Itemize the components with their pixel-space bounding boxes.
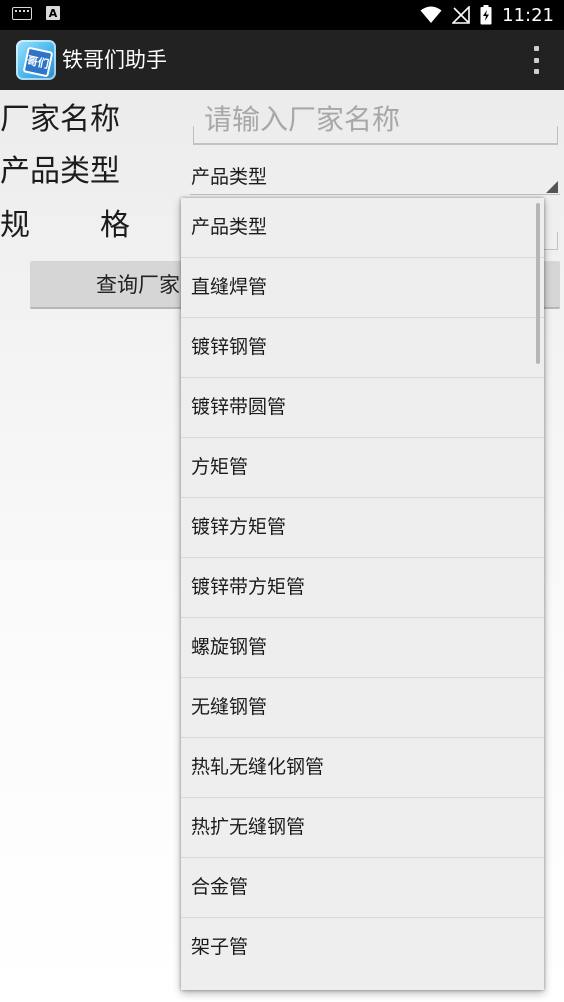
dropdown-option[interactable]: 产品类型 — [181, 198, 544, 258]
dropdown-option[interactable]: 热扩无缝钢管 — [181, 798, 544, 858]
product-type-dropdown: 产品类型 直缝焊管 镀锌钢管 镀锌带圆管 方矩管 镀锌方矩管 镀锌带方矩管 螺旋… — [181, 198, 544, 990]
product-type-spinner[interactable]: 产品类型 — [182, 160, 560, 196]
dropdown-option[interactable]: 合金管 — [181, 858, 544, 918]
product-type-selected: 产品类型 — [191, 166, 268, 188]
dropdown-option-label: 镀锌钢管 — [191, 336, 268, 358]
dropdown-option-label: 架子管 — [191, 936, 249, 958]
overflow-dot — [533, 57, 539, 63]
app-title: 铁哥们助手 — [62, 48, 167, 72]
keyboard-icon — [12, 6, 32, 20]
status-time: 11:21 — [502, 4, 554, 26]
more-vert-icon[interactable] — [528, 46, 544, 74]
wifi-icon — [420, 6, 442, 23]
no-signal-icon — [452, 6, 470, 24]
dropdown-option-label: 镀锌带方矩管 — [191, 576, 306, 598]
overflow-dot — [533, 69, 539, 74]
dropdown-option[interactable]: 镀锌带圆管 — [181, 378, 544, 438]
spinner-underline — [190, 193, 560, 195]
dropdown-option[interactable]: 无缝钢管 — [181, 678, 544, 738]
overflow-dot — [533, 46, 539, 51]
factory-name-input[interactable] — [193, 126, 558, 144]
dropdown-option-label: 热轧无缝化钢管 — [191, 756, 325, 778]
dropdown-option-label: 合金管 — [191, 876, 249, 898]
spec-label-part-2: 格 — [100, 208, 130, 243]
dropdown-option[interactable]: 架子管 — [181, 918, 544, 978]
factory-input-underline — [193, 143, 558, 145]
battery-charging-icon — [480, 5, 492, 25]
spec-input[interactable] — [544, 232, 558, 250]
dropdown-option[interactable]: 镀锌钢管 — [181, 318, 544, 378]
status-right: 11:21 — [420, 4, 554, 26]
dropdown-option-label: 无缝钢管 — [191, 696, 268, 718]
dropdown-option-label: 直缝焊管 — [191, 276, 268, 298]
action-bar: 哥们 铁哥们助手 — [0, 30, 564, 90]
status-bar: A 11:21 — [0, 0, 564, 30]
dropdown-option[interactable]: 方矩管 — [181, 438, 544, 498]
a-icon: A — [46, 6, 60, 20]
status-left: A — [12, 6, 60, 20]
dropdown-option-label: 产品类型 — [191, 216, 268, 238]
dropdown-scrollbar[interactable] — [536, 203, 540, 364]
dropdown-option[interactable]: 镀锌带方矩管 — [181, 558, 544, 618]
dropdown-option-label: 方矩管 — [191, 456, 249, 478]
spinner-arrow-icon — [546, 181, 558, 193]
dropdown-option-label: 热扩无缝钢管 — [191, 816, 306, 838]
dropdown-option[interactable]: 螺旋钢管 — [181, 618, 544, 678]
dropdown-option-label: 镀锌方矩管 — [191, 516, 287, 538]
factory-name-label: 厂家名称 — [0, 102, 120, 137]
dropdown-option-label: 镀锌带圆管 — [191, 396, 287, 418]
spec-label-part-1: 规 — [0, 208, 30, 243]
app-icon[interactable]: 哥们 — [16, 40, 56, 80]
dropdown-option[interactable]: 镀锌方矩管 — [181, 498, 544, 558]
dropdown-option-label: 螺旋钢管 — [191, 636, 268, 658]
dropdown-option[interactable]: 直缝焊管 — [181, 258, 544, 318]
dropdown-option[interactable]: 热轧无缝化钢管 — [181, 738, 544, 798]
app-icon-cube: 哥们 — [22, 46, 54, 78]
product-type-label: 产品类型 — [0, 154, 120, 189]
